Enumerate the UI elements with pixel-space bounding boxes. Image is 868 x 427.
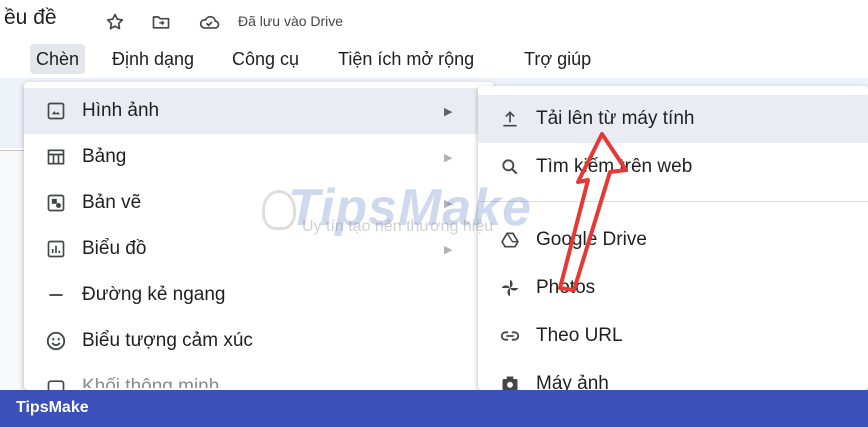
menu-item-image[interactable]: Hình ảnh ▶ bbox=[24, 88, 494, 134]
menu-extensions[interactable]: Tiện ích mở rộng bbox=[332, 44, 480, 74]
title-bar: ều đề Đã lưu vào Drive bbox=[0, 0, 868, 44]
submenu-arrow-icon: ▶ bbox=[444, 243, 453, 256]
submenu-item-label: Máy ảnh bbox=[536, 373, 609, 390]
submenu-divider bbox=[478, 201, 868, 202]
drawing-icon bbox=[44, 191, 68, 215]
brand-footer: TipsMake bbox=[0, 390, 868, 427]
image-icon bbox=[44, 99, 68, 123]
search-icon bbox=[498, 155, 522, 179]
menu-item-drawing[interactable]: Bản vẽ ▶ bbox=[24, 180, 494, 226]
link-icon bbox=[498, 324, 522, 348]
menu-item-label: Đường kẻ ngang bbox=[82, 284, 226, 305]
menu-item-label: Hình ảnh bbox=[82, 100, 160, 121]
submenu-arrow-icon: ▶ bbox=[444, 197, 453, 210]
submenu-item-label: Theo URL bbox=[536, 325, 623, 346]
menu-item-label: Bản vẽ bbox=[82, 192, 142, 213]
submenu-item-by-url[interactable]: Theo URL bbox=[478, 312, 868, 360]
move-to-folder-icon[interactable] bbox=[150, 11, 172, 33]
camera-icon bbox=[498, 372, 522, 390]
cloud-saved-icon[interactable] bbox=[198, 11, 220, 33]
submenu-item-upload[interactable]: Tải lên từ máy tính bbox=[478, 95, 868, 143]
smart-chips-icon bbox=[44, 375, 68, 390]
footer-brand-text: TipsMake bbox=[16, 399, 89, 416]
menu-insert[interactable]: Chèn bbox=[30, 44, 86, 74]
menu-item-emoji[interactable]: Biểu tượng cảm xúc bbox=[24, 318, 494, 364]
insert-menu: Hình ảnh ▶ Bảng ▶ Bản vẽ ▶ Biểu đồ ▶ Đườ… bbox=[24, 82, 494, 390]
horizontal-line-icon bbox=[44, 283, 68, 307]
menu-item-smart-chips[interactable]: Khối thông minh bbox=[24, 364, 494, 390]
submenu-item-camera[interactable]: Máy ảnh bbox=[478, 360, 868, 390]
menu-item-label: Khối thông minh bbox=[82, 376, 220, 390]
submenu-item-google-drive[interactable]: Google Drive bbox=[478, 216, 868, 264]
menu-item-table[interactable]: Bảng ▶ bbox=[24, 134, 494, 180]
menu-item-horizontal-line[interactable]: Đường kẻ ngang bbox=[24, 272, 494, 318]
submenu-item-label: Tải lên từ máy tính bbox=[536, 108, 695, 129]
upload-icon bbox=[498, 107, 522, 131]
image-submenu: Tải lên từ máy tính Tìm kiếm trên web Go… bbox=[478, 86, 868, 390]
chart-icon bbox=[44, 237, 68, 261]
menu-help[interactable]: Trợ giúp bbox=[518, 44, 597, 74]
menu-format[interactable]: Định dạng bbox=[106, 44, 200, 74]
submenu-arrow-icon: ▶ bbox=[444, 151, 453, 164]
google-drive-icon bbox=[498, 228, 522, 252]
emoji-icon bbox=[44, 329, 68, 353]
document-title[interactable]: ều đề bbox=[4, 6, 57, 30]
submenu-arrow-icon: ▶ bbox=[444, 105, 453, 118]
submenu-item-label: Tìm kiếm trên web bbox=[536, 156, 693, 177]
menu-item-label: Bảng bbox=[82, 146, 127, 167]
submenu-item-search-web[interactable]: Tìm kiếm trên web bbox=[478, 143, 868, 191]
menu-item-label: Biểu tượng cảm xúc bbox=[82, 330, 253, 351]
submenu-item-label: Photos bbox=[536, 277, 596, 298]
table-icon bbox=[44, 145, 68, 169]
menu-bar: Chèn Định dạng Công cụ Tiện ích mở rộng … bbox=[0, 44, 868, 76]
submenu-item-label: Google Drive bbox=[536, 229, 647, 250]
saved-status[interactable]: Đã lưu vào Drive bbox=[238, 13, 343, 29]
menu-item-chart[interactable]: Biểu đồ ▶ bbox=[24, 226, 494, 272]
menu-item-label: Biểu đồ bbox=[82, 238, 147, 259]
photos-pinwheel-icon bbox=[498, 276, 522, 300]
menu-tools[interactable]: Công cụ bbox=[226, 44, 305, 74]
submenu-item-photos[interactable]: Photos bbox=[478, 264, 868, 312]
star-icon[interactable] bbox=[104, 11, 126, 33]
